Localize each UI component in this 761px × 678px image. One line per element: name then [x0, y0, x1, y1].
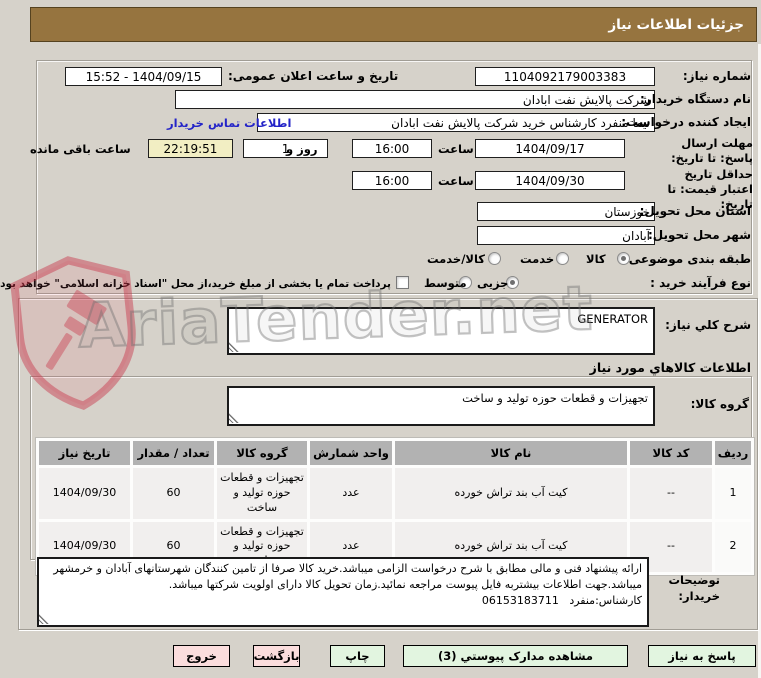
price-validity-hour-label: ساعت — [438, 174, 474, 188]
radio-service[interactable] — [556, 252, 569, 265]
goods-group-textarea[interactable]: تجهیزات و قطعات حوزه تولید و ساخت — [227, 386, 655, 426]
col-qty: تعداد / مقدار — [133, 441, 214, 465]
request-creator-label: ایجاد کننده درخواست: — [621, 115, 751, 129]
cell-unit: عدد — [310, 468, 392, 519]
cell-need-date: 1404/09/30 — [39, 468, 130, 519]
countdown-timer-field: 22:19:51 — [148, 139, 233, 158]
table-row: 1 -- کیت آب بند تراش خورده عدد تجهیزات و… — [39, 468, 751, 519]
days-and-label: روز و — [286, 142, 318, 156]
print-button[interactable]: چاپ — [330, 645, 385, 667]
goods-table: ردیف کد کالا نام کالا واحد شمارش گروه کا… — [35, 437, 755, 577]
exit-button[interactable]: خروج — [173, 645, 230, 667]
cell-name: کیت آب بند تراش خورده — [395, 468, 627, 519]
radio-goods-label: کالا — [586, 252, 606, 266]
price-validity-time-field[interactable]: 16:00 — [352, 171, 432, 190]
price-validity-date-field[interactable]: 1404/09/30 — [475, 171, 625, 190]
buyer-contact-link[interactable]: اطلاعات تماس خریدار — [167, 116, 291, 130]
need-number-label: شماره نیاز: — [682, 69, 751, 83]
buyer-notes-textarea[interactable]: ارائه پیشنهاد فنی و مالی مطابق با شرح در… — [37, 557, 649, 627]
radio-goods-service[interactable] — [488, 252, 501, 265]
buyer-org-label: نام دستگاه خریدار: — [640, 92, 751, 106]
col-name: نام کالا — [395, 441, 627, 465]
view-attached-docs-button[interactable]: مشاهده مدارک پیوستي (3) — [403, 645, 628, 667]
cell-group: تجهیزات و قطعات حوزه تولید و ساخت — [217, 468, 307, 519]
col-group: گروه کالا — [217, 441, 307, 465]
request-creator-field[interactable]: نیما منفرد کارشناس خرید شرکت پالایش نفت … — [257, 113, 655, 132]
cell-qty: 60 — [133, 468, 214, 519]
col-row: ردیف — [715, 441, 751, 465]
goods-section-title: اطلاعات کالاهاي مورد نیاز — [589, 360, 751, 375]
need-details-page: جزئیات اطلاعات نیاز شماره نیاز: 11040921… — [0, 0, 761, 678]
reply-deadline-date-field[interactable]: 1404/09/17 — [475, 139, 625, 158]
reply-deadline-hour-label: ساعت — [438, 142, 474, 156]
need-description-label: شرح کلي نیاز: — [665, 318, 751, 332]
radio-partial-label: جزیی — [477, 276, 509, 290]
reply-to-need-button[interactable]: پاسخ به نیاز — [648, 645, 756, 667]
announce-datetime-field[interactable]: 1404/09/15 - 15:52 — [65, 67, 222, 86]
buyer-notes-label: توضیحات خریدار: — [668, 573, 721, 604]
purchase-process-label: نوع فرآیند خرید : — [650, 276, 751, 290]
col-unit: واحد شمارش — [310, 441, 392, 465]
delivery-city-label: شهر محل تحویل: — [647, 228, 751, 242]
col-code: کد کالا — [630, 441, 712, 465]
treasury-checkbox[interactable] — [396, 276, 409, 289]
cell-row: 1 — [715, 468, 751, 519]
page-title: جزئیات اطلاعات نیاز — [30, 7, 757, 42]
reply-deadline-label: مهلت ارسال پاسخ: تا تاریخ: — [671, 136, 753, 165]
radio-service-label: خدمت — [520, 252, 555, 266]
need-number-field[interactable]: 1104092179003383 — [475, 67, 655, 86]
goods-table-header: ردیف کد کالا نام کالا واحد شمارش گروه کا… — [39, 441, 751, 465]
radio-goods[interactable] — [617, 252, 630, 265]
announce-datetime-label: تاریخ و ساعت اعلان عمومی: — [228, 69, 399, 83]
radio-medium-label: متوسط — [424, 276, 467, 290]
back-button[interactable]: بازگشت — [253, 645, 300, 667]
need-description-textarea[interactable]: GENERATOR — [227, 307, 655, 355]
cell-row: 2 — [715, 521, 751, 573]
buyer-org-field[interactable]: شرکت پالایش نفت ابادان — [175, 90, 655, 109]
treasury-note-label: پرداخت تمام یا بخشی از مبلغ خرید،از محل … — [0, 278, 391, 290]
reply-deadline-time-field[interactable]: 16:00 — [352, 139, 432, 158]
delivery-province-field[interactable]: خوزستان — [477, 202, 655, 221]
goods-group-label: گروه کالا: — [690, 397, 749, 411]
cell-code: -- — [630, 468, 712, 519]
radio-goods-service-label: کالا/خدمت — [427, 252, 485, 266]
delivery-city-field[interactable]: آبادان — [477, 226, 655, 245]
hours-remaining-label: ساعت باقی مانده — [30, 142, 131, 156]
subject-classification-label: طبقه بندی موضوعی: — [623, 252, 751, 266]
col-need-date: تاریخ نیاز — [39, 441, 130, 465]
delivery-province-label: استان محل تحویل: — [639, 204, 751, 218]
